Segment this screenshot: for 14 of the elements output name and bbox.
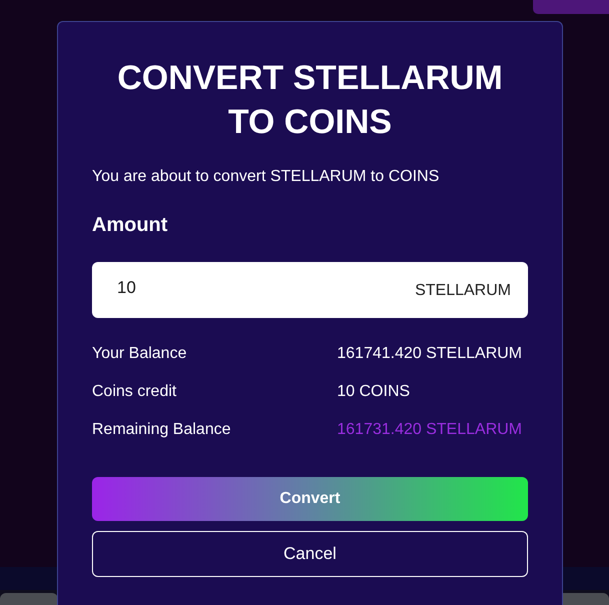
dialog-title: CONVERT STELLARUM TO COINS [116, 58, 504, 143]
cancel-button[interactable]: Cancel [92, 531, 528, 577]
nav-button[interactable] [533, 0, 609, 14]
amount-label: Amount [92, 213, 169, 238]
unit-label: STELLARUM [414, 281, 511, 301]
convert-button[interactable]: Convert [92, 477, 528, 521]
summary-label: Your Balance [92, 344, 188, 364]
summary-value: 161741.420 STELLARUM [337, 344, 522, 364]
summary-label: Coins credit [92, 382, 178, 402]
summary-value: 10 COINS [337, 382, 410, 402]
summary-label: Remaining Balance [92, 420, 232, 440]
footer-ornament [0, 593, 58, 605]
dialog-description: You are about to convert STELLARUM to COINS [92, 167, 440, 187]
summary-value: 161731.420 STELLARUM [337, 420, 522, 440]
